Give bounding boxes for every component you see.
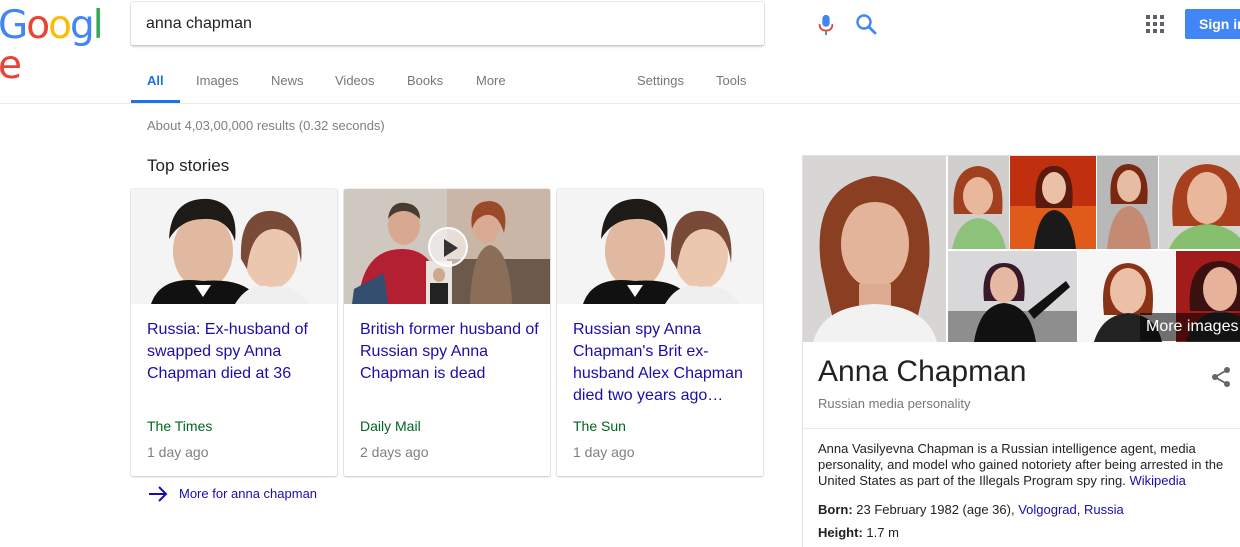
birthplace-country-link[interactable]: Russia <box>1084 502 1124 517</box>
apps-grid-icon[interactable] <box>1146 15 1164 33</box>
knowledge-panel-description: Anna Vasilyevna Chapman is a Russian int… <box>818 441 1230 489</box>
fact-label: Height: <box>818 525 863 540</box>
sign-in-button[interactable]: Sign in <box>1185 9 1240 39</box>
tab-settings[interactable]: Settings <box>637 73 684 88</box>
fact-born: Born: 23 February 1982 (age 36), Volgogr… <box>818 502 1124 517</box>
tab-all[interactable]: All <box>147 73 164 88</box>
story-title[interactable]: Russia: Ex-husband of swapped spy Anna C… <box>147 319 327 385</box>
story-age: 2 days ago <box>360 444 429 460</box>
fact-separator: , <box>1076 502 1081 517</box>
more-stories-label[interactable]: More for anna chapman <box>179 486 317 501</box>
story-title[interactable]: Russian spy Anna Chapman's Brit ex-husba… <box>573 319 753 407</box>
fact-value: 1.7 m <box>866 525 899 540</box>
tab-tools[interactable]: Tools <box>716 73 746 88</box>
more-images-button[interactable]: More images <box>1140 313 1240 341</box>
tab-videos[interactable]: Videos <box>335 73 375 88</box>
search-input[interactable] <box>146 10 666 38</box>
tab-books[interactable]: Books <box>407 73 443 88</box>
knowledge-panel-image[interactable] <box>1097 156 1158 249</box>
tab-images[interactable]: Images <box>196 73 239 88</box>
arrow-right-icon <box>149 486 168 502</box>
story-thumbnail <box>344 189 550 304</box>
birthplace-city-link[interactable]: Volgograd <box>1018 502 1077 517</box>
fact-height: Height: 1.7 m <box>818 525 899 540</box>
knowledge-panel-image[interactable] <box>1159 156 1240 249</box>
top-stories-heading: Top stories <box>147 156 230 175</box>
knowledge-panel-image[interactable] <box>948 156 1009 249</box>
logo-letter: o <box>26 3 50 48</box>
google-logo[interactable]: Google <box>0 3 116 86</box>
story-card[interactable]: British former husband of Russian spy An… <box>344 189 550 476</box>
story-thumbnail <box>557 189 763 304</box>
story-age: 1 day ago <box>573 444 635 460</box>
logo-letter: o <box>48 3 72 48</box>
logo-letter: G <box>0 3 28 48</box>
story-card[interactable]: Russian spy Anna Chapman's Brit ex-husba… <box>557 189 763 476</box>
divider <box>803 428 1240 429</box>
story-source: Daily Mail <box>360 418 421 434</box>
story-thumbnail <box>131 189 337 304</box>
story-source: The Sun <box>573 418 626 434</box>
knowledge-panel-subtitle: Russian media personality <box>818 396 971 411</box>
search-tabs: All Images News Videos Books More Settin… <box>0 56 1240 104</box>
fact-label: Born: <box>818 502 853 517</box>
tab-news[interactable]: News <box>271 73 304 88</box>
play-video-icon[interactable] <box>428 227 468 267</box>
story-age: 1 day ago <box>147 444 209 460</box>
share-icon[interactable] <box>1210 366 1232 388</box>
tab-more[interactable]: More <box>476 73 506 88</box>
active-tab-indicator <box>131 100 180 103</box>
fact-value: 23 February 1982 (age 36), <box>856 502 1015 517</box>
logo-letter: g <box>69 3 95 48</box>
story-title[interactable]: British former husband of Russian spy An… <box>360 319 540 385</box>
knowledge-panel-main-image[interactable] <box>803 156 946 342</box>
knowledge-panel-image[interactable] <box>948 251 1077 342</box>
story-card[interactable]: Russia: Ex-husband of swapped spy Anna C… <box>131 189 337 476</box>
search-icon[interactable] <box>855 13 877 35</box>
story-source: The Times <box>147 418 213 434</box>
microphone-icon[interactable] <box>817 14 835 36</box>
search-box[interactable] <box>131 2 877 45</box>
knowledge-panel-image[interactable] <box>1010 156 1096 249</box>
knowledge-panel-title: Anna Chapman <box>818 355 1027 388</box>
wikipedia-link[interactable]: Wikipedia <box>1129 473 1185 488</box>
logo-letter: l <box>92 3 104 48</box>
results-stats: About 4,03,00,000 results (0.32 seconds) <box>147 118 385 133</box>
